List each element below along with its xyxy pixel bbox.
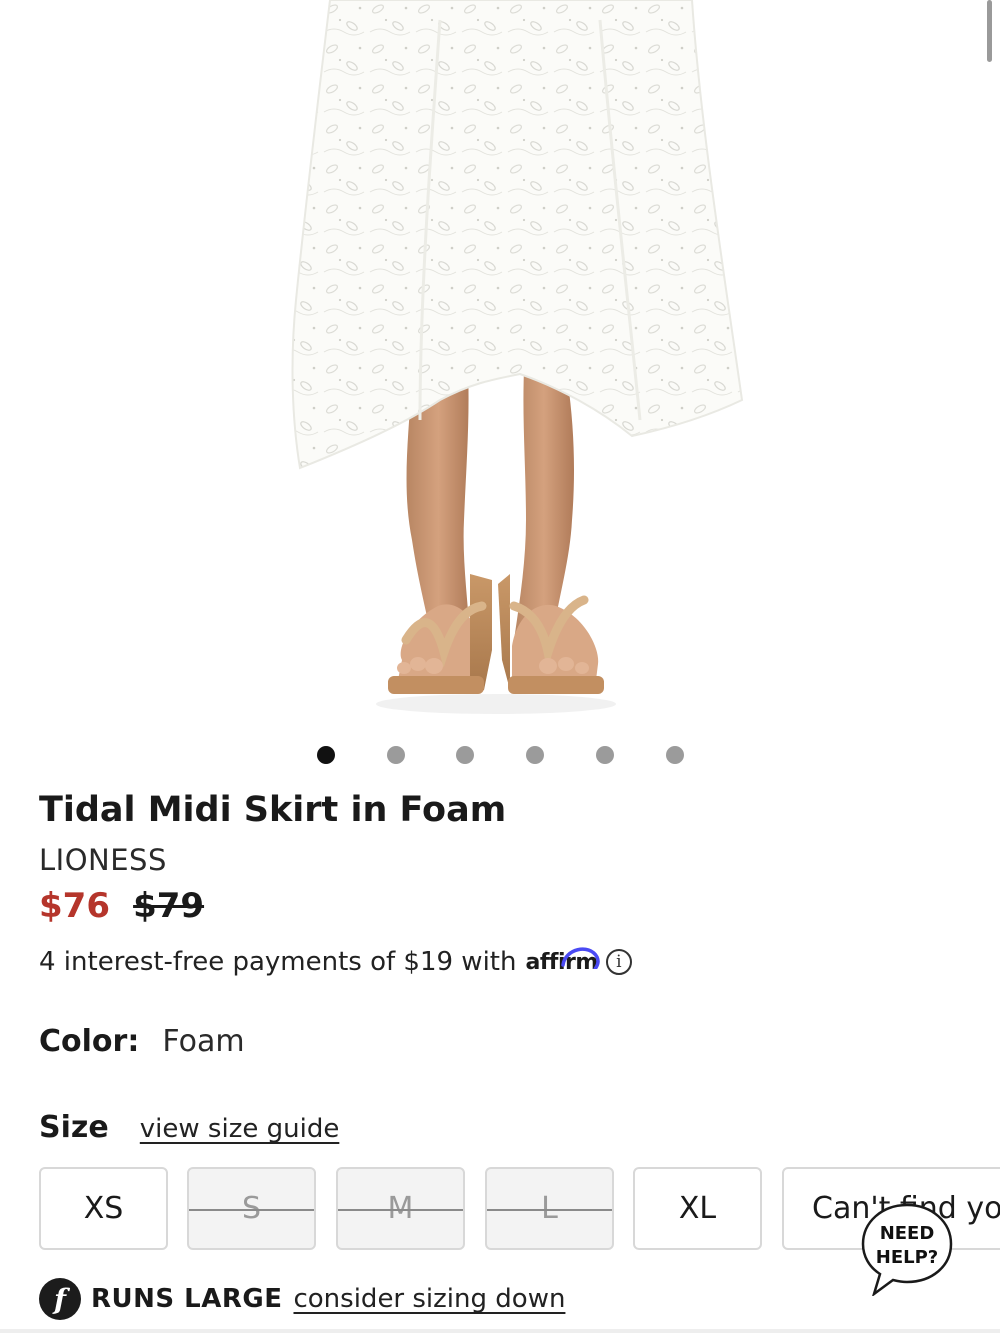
need-help-text: NEED HELP? bbox=[875, 1223, 939, 1268]
original-price: $79 bbox=[133, 886, 205, 926]
size-option-xl[interactable]: XL bbox=[633, 1167, 762, 1250]
size-option-l[interactable]: L bbox=[485, 1167, 614, 1250]
affirm-logo: affirm bbox=[525, 946, 601, 975]
price-row: $76 $79 bbox=[39, 886, 204, 930]
product-title: Tidal Midi Skirt in Foam bbox=[39, 790, 507, 830]
carousel-dot[interactable] bbox=[526, 746, 544, 764]
color-selector: Color: Foam bbox=[39, 1024, 245, 1059]
need-help-chat-button[interactable]: NEED HELP? bbox=[860, 1202, 954, 1296]
size-guide-link[interactable]: view size guide bbox=[140, 1114, 340, 1144]
sizing-advice-link[interactable]: consider sizing down bbox=[293, 1284, 565, 1314]
sale-price: $76 bbox=[39, 886, 110, 926]
color-value: Foam bbox=[162, 1024, 245, 1059]
fit-predictor-icon: f bbox=[39, 1278, 81, 1320]
fit-label: RUNS LARGE bbox=[91, 1284, 283, 1314]
image-carousel-dots bbox=[0, 744, 1000, 766]
carousel-dot[interactable] bbox=[387, 746, 405, 764]
info-icon[interactable]: i bbox=[605, 949, 632, 975]
product-brand[interactable]: LIONESS bbox=[39, 843, 167, 877]
affirm-installments: 4 interest-free payments of $19 with aff… bbox=[39, 946, 632, 977]
fit-advice: f RUNS LARGE consider sizing down bbox=[39, 1277, 565, 1321]
scroll-indicator[interactable] bbox=[987, 0, 992, 62]
size-header: Size view size guide bbox=[39, 1110, 339, 1145]
carousel-dot[interactable] bbox=[456, 746, 474, 764]
affirm-arc-icon bbox=[561, 946, 601, 969]
installments-text: 4 interest-free payments of $19 with bbox=[39, 947, 517, 977]
size-option-s[interactable]: S bbox=[187, 1167, 316, 1250]
color-label: Color: bbox=[39, 1024, 140, 1059]
size-label: Size bbox=[39, 1110, 109, 1145]
divider bbox=[0, 1329, 1000, 1333]
size-option-m[interactable]: M bbox=[336, 1167, 465, 1250]
product-image[interactable] bbox=[0, 0, 1000, 720]
carousel-dot[interactable] bbox=[596, 746, 614, 764]
product-photo bbox=[291, 0, 744, 714]
carousel-dot[interactable] bbox=[317, 746, 335, 764]
carousel-dot[interactable] bbox=[666, 746, 684, 764]
size-option-xs[interactable]: XS bbox=[39, 1167, 168, 1250]
